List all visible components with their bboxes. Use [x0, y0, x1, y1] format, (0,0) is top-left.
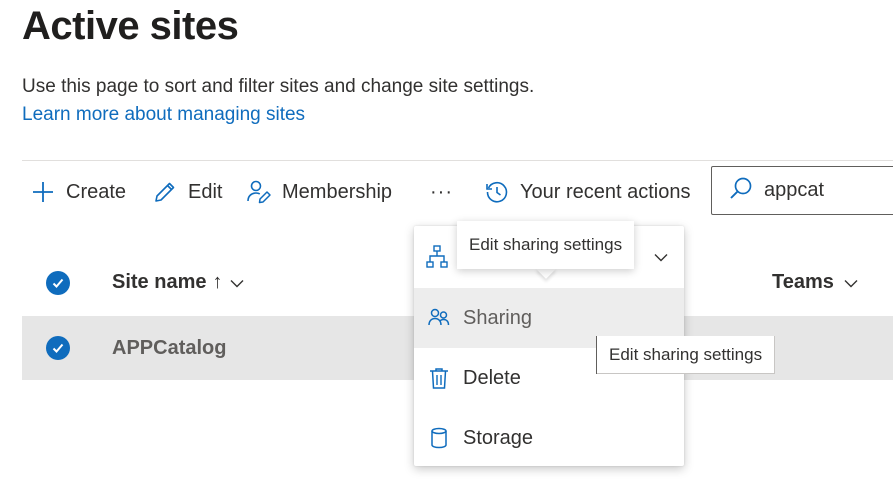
create-label: Create	[66, 180, 127, 203]
menu-item-storage[interactable]: Storage	[414, 408, 684, 468]
history-icon	[484, 179, 510, 205]
edit-label: Edit	[188, 180, 223, 203]
database-icon	[431, 427, 447, 449]
hierarchy-icon	[426, 245, 448, 268]
site-name-cell[interactable]: APPCatalog	[112, 337, 226, 360]
people-icon	[428, 308, 450, 326]
search-box[interactable]	[711, 166, 893, 215]
membership-button[interactable]: Membership	[246, 174, 392, 210]
person-edit-icon	[246, 179, 272, 205]
learn-more-link[interactable]: Learn more about managing sites	[22, 104, 305, 126]
membership-label: Membership	[282, 180, 393, 203]
column-header-site-name[interactable]: Site name ↑	[112, 271, 246, 294]
checkmark-icon	[52, 343, 64, 353]
tooltip-edit-sharing-settings-side: Edit sharing settings	[596, 336, 776, 374]
checkmark-icon	[52, 278, 64, 288]
site-name-header-label: Site name	[112, 271, 207, 293]
edit-button[interactable]: Edit	[152, 174, 222, 210]
page-description: Use this page to sort and filter sites a…	[22, 76, 535, 97]
menu-item-sharing-label: Sharing	[463, 306, 532, 329]
menu-item-delete-label: Delete	[463, 366, 521, 389]
row-checkbox[interactable]	[46, 336, 70, 360]
teams-header-label: Teams	[772, 271, 834, 293]
recent-actions-button[interactable]: Your recent actions	[484, 174, 690, 210]
divider	[22, 160, 893, 161]
column-header-teams[interactable]: Teams	[772, 271, 860, 294]
menu-item-storage-label: Storage	[463, 426, 534, 449]
chevron-down-icon	[844, 279, 858, 287]
chevron-down-icon	[654, 254, 668, 262]
chevron-down-icon	[230, 279, 244, 287]
pencil-icon	[152, 179, 178, 205]
search-icon	[728, 175, 754, 206]
recent-actions-label: Your recent actions	[520, 180, 691, 203]
search-input[interactable]	[764, 179, 884, 202]
plus-icon	[30, 179, 56, 205]
more-actions-button[interactable]: ···	[430, 174, 453, 210]
select-all-checkbox[interactable]	[46, 271, 70, 295]
trash-icon	[430, 368, 448, 389]
more-label: ···	[430, 180, 453, 203]
page-title: Active sites	[22, 4, 239, 48]
sort-ascending-icon: ↑	[212, 271, 223, 293]
tooltip-edit-sharing-settings: Edit sharing settings	[457, 221, 635, 269]
create-button[interactable]: Create	[30, 174, 126, 210]
